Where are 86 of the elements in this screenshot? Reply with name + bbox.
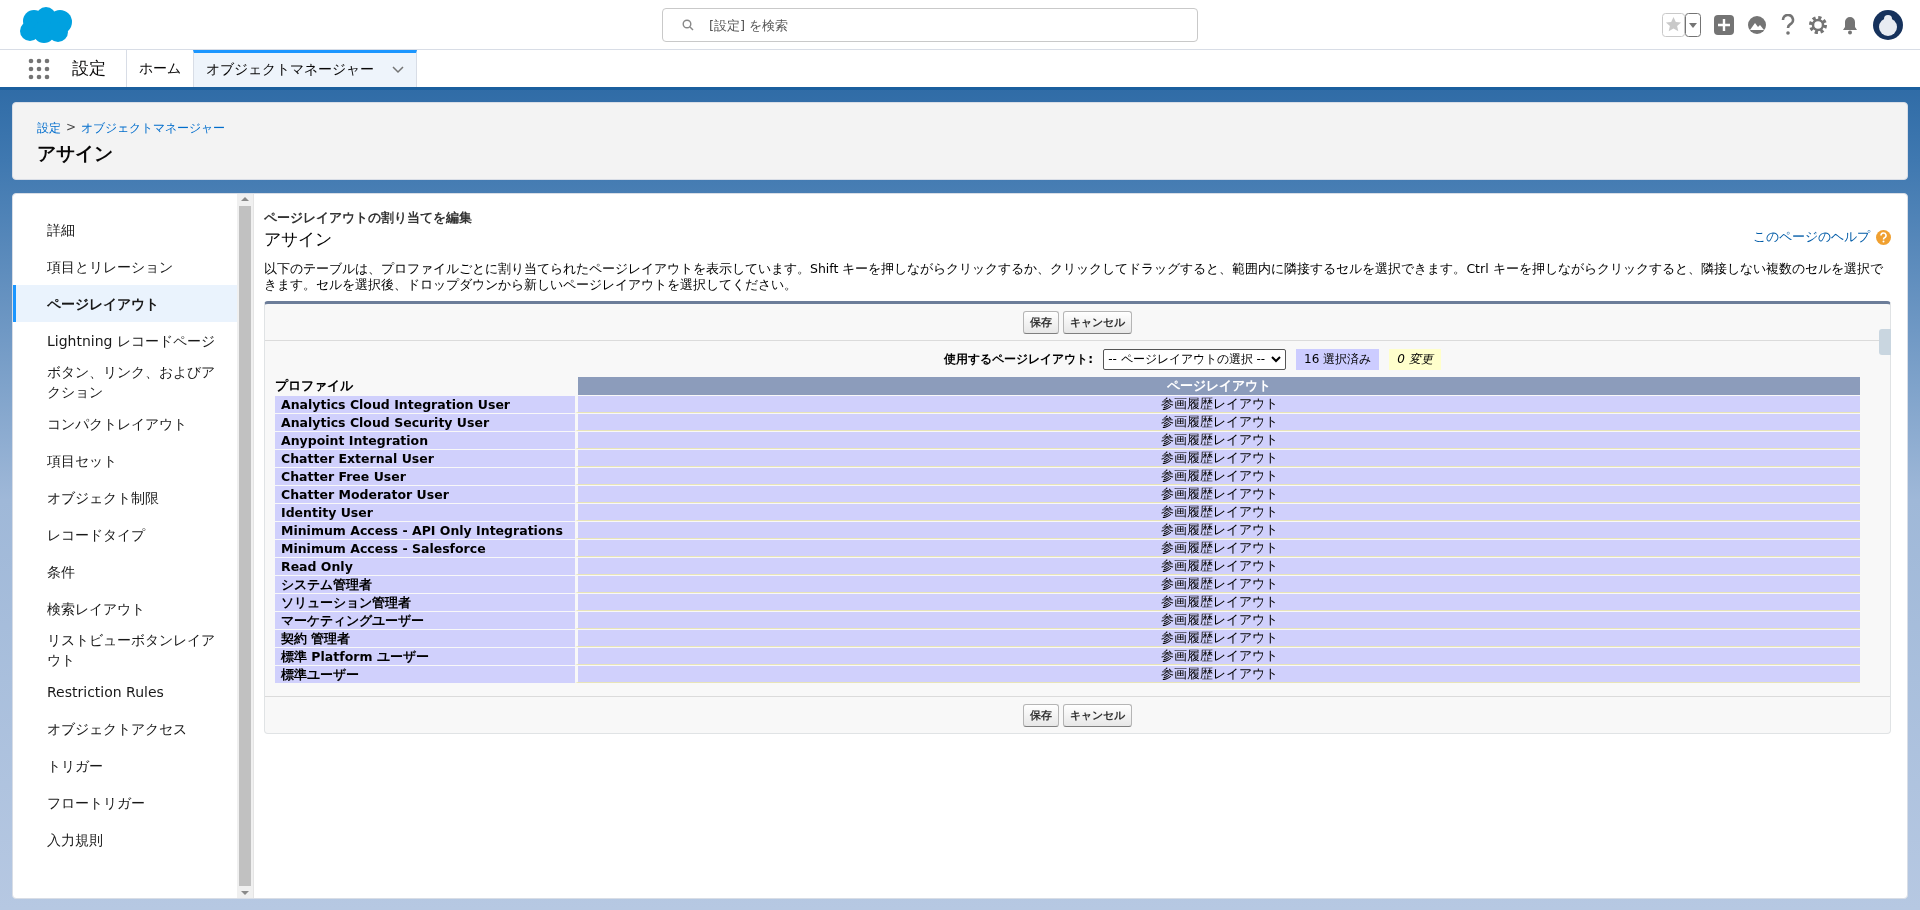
sidebar-item[interactable]: Lightning レコードページ [13,322,237,359]
favorites-star-icon[interactable] [1662,12,1702,37]
sidebar-item[interactable]: 項目セット [13,442,237,479]
table-row[interactable]: Analytics Cloud Security User 参画履歴レイアウト [275,414,1860,431]
cancel-button[interactable]: キャンセル [1063,311,1132,334]
sidebar-item[interactable]: トリガー [13,747,237,784]
help-icon[interactable] [1780,13,1796,36]
description-text: 以下のテーブルは、プロファイルごとに割り当てられたページレイアウトを表示しています。Shift キーを押しながらクリックするか、クリックしてドラッグすると、範囲内に隣接するセルを選択できます。Ctrl キーを押しながらクリックすると、隣接しない複数のセルを選択できます。セルを選択後、ドロップダウンから新しいページレイアウトを選択してください。 [264,261,1884,293]
column-header: ページレイアウト [575,377,1860,395]
profile-cell-text: Chatter Free User [280,468,407,485]
profile-cell-text: Chatter Moderator User [280,486,450,503]
column-header: プロファイル [275,377,354,395]
sidebar-item[interactable]: 検索レイアウト [13,590,237,627]
sidebar-item[interactable]: コンパクトレイアウト [13,405,237,442]
table-row[interactable]: Minimum Access - Salesforce 参画履歴レイアウト [275,540,1860,557]
scroll-up-icon[interactable] [241,194,249,204]
sidebar-item[interactable]: オブジェクト制限 [13,479,237,516]
table-row[interactable]: 契約 管理者 参画履歴レイアウト [275,630,1860,647]
search-icon [682,19,694,31]
app-launcher-icon[interactable] [28,57,50,80]
breadcrumb-link[interactable]: 設定 [37,120,61,137]
table-row[interactable]: Chatter Moderator User 参画履歴レイアウト [275,486,1860,503]
save-button[interactable]: 保存 [1023,311,1059,334]
table-row[interactable]: Identity User 参画履歴レイアウト [275,504,1860,521]
sidebar-item[interactable]: ページレイアウト [13,285,237,322]
sidebar-item[interactable]: レコードタイプ [13,516,237,553]
profile-cell-text: マーケティングユーザー [280,612,425,629]
table-row[interactable]: 標準 Platform ユーザー 参画履歴レイアウト [275,648,1860,665]
page-title: アサイン [37,141,114,166]
profile-cell-text: Minimum Access - API Only Integrations [280,522,564,539]
breadcrumb-separator: > [66,120,77,136]
scroll-down-icon[interactable] [241,888,249,898]
profile-cell-text: Anypoint Integration [280,432,430,449]
profile-cell-text: Analytics Cloud Integration User [280,396,512,413]
sidebar-item[interactable]: 項目とリレーション [13,248,237,285]
sidebar-item[interactable]: フロートリガー [13,784,237,821]
table-row[interactable]: マーケティングユーザー 参画履歴レイアウト [275,612,1860,629]
profile-cell-text: Identity User [280,504,374,521]
table-row[interactable]: ソリューション管理者 参画履歴レイアウト [275,594,1860,611]
table-row[interactable]: Analytics Cloud Integration User 参画履歴レイアウト [275,396,1860,413]
table-row[interactable]: 標準ユーザー 参画履歴レイアウト [275,666,1860,683]
nav-tab[interactable]: オブジェクトマネージャー [193,50,417,87]
settings-icon[interactable] [1808,14,1828,35]
selected-count-badge: 16 選択済み [1296,349,1380,370]
profile-cell-text: ソリューション管理者 [280,594,412,611]
sidebar-item[interactable]: Restriction Rules [13,673,237,710]
chevron-down-icon [1271,356,1282,363]
chevron-down-icon[interactable] [392,66,404,74]
page-subtitle: ページレイアウトの割り当てを編集 [264,210,472,227]
table-row[interactable]: Minimum Access - API Only Integrations 参画履歴レイアウト [275,522,1860,539]
help-link[interactable]: このページのヘルプ [1753,229,1870,246]
layout-select-label: 使用するページレイアウト: [944,351,1094,368]
profile-cell-text: 標準 Platform ユーザー [279,648,430,665]
profile-cell-text: 標準ユーザー [279,666,360,683]
sidebar-item[interactable]: オブジェクトアクセス [13,710,237,747]
sidebar-item[interactable]: ボタン、リンク、およびアクション [13,359,237,405]
collapse-handle[interactable] [1879,329,1891,355]
profile-cell-text: システム管理者 [280,576,373,593]
layout-dropdown[interactable]: -- ページレイアウトの選択 -- [1103,349,1287,370]
mountain-icon[interactable] [1746,14,1768,35]
profile-cell-text: Read Only [280,558,354,575]
table-row[interactable]: Chatter Free User 参画履歴レイアウト [275,468,1860,485]
breadcrumb-link[interactable]: オブジェクトマネージャー [81,120,226,137]
notifications-bell-icon[interactable] [1840,14,1860,35]
profile-cell-text: Chatter External User [280,450,435,467]
changes-count-badge: 0 変更 [1389,349,1441,370]
table-row[interactable]: システム管理者 参画履歴レイアウト [275,576,1860,593]
cancel-button[interactable]: キャンセル [1063,704,1132,727]
sidebar-item[interactable]: 条件 [13,553,237,590]
table-row[interactable]: Chatter External User 参画履歴レイアウト [275,450,1860,467]
profile-cell-text: Minimum Access - Salesforce [280,540,487,557]
app-name: 設定 [72,57,106,80]
sidebar-item[interactable]: リストビューボタンレイアウト [13,627,237,673]
table-row[interactable]: Read Only 参画履歴レイアウト [275,558,1860,575]
profile-cell-text: 契約 管理者 [280,630,352,647]
sidebar-item[interactable]: 入力規則 [13,821,237,858]
section-title: アサイン [264,228,333,251]
save-button[interactable]: 保存 [1023,704,1059,727]
add-icon[interactable] [1714,14,1734,35]
search-field[interactable]: [設定] を検索 [662,8,1198,42]
avatar-icon[interactable] [1872,8,1904,41]
scrollbar-thumb[interactable] [239,206,251,886]
profile-cell-text: Analytics Cloud Security User [280,414,491,431]
table-row[interactable]: Anypoint Integration 参画履歴レイアウト [275,432,1860,449]
sidebar-item[interactable]: 詳細 [13,211,237,248]
layout-cell: 参画履歴レイアウト [575,666,1860,683]
